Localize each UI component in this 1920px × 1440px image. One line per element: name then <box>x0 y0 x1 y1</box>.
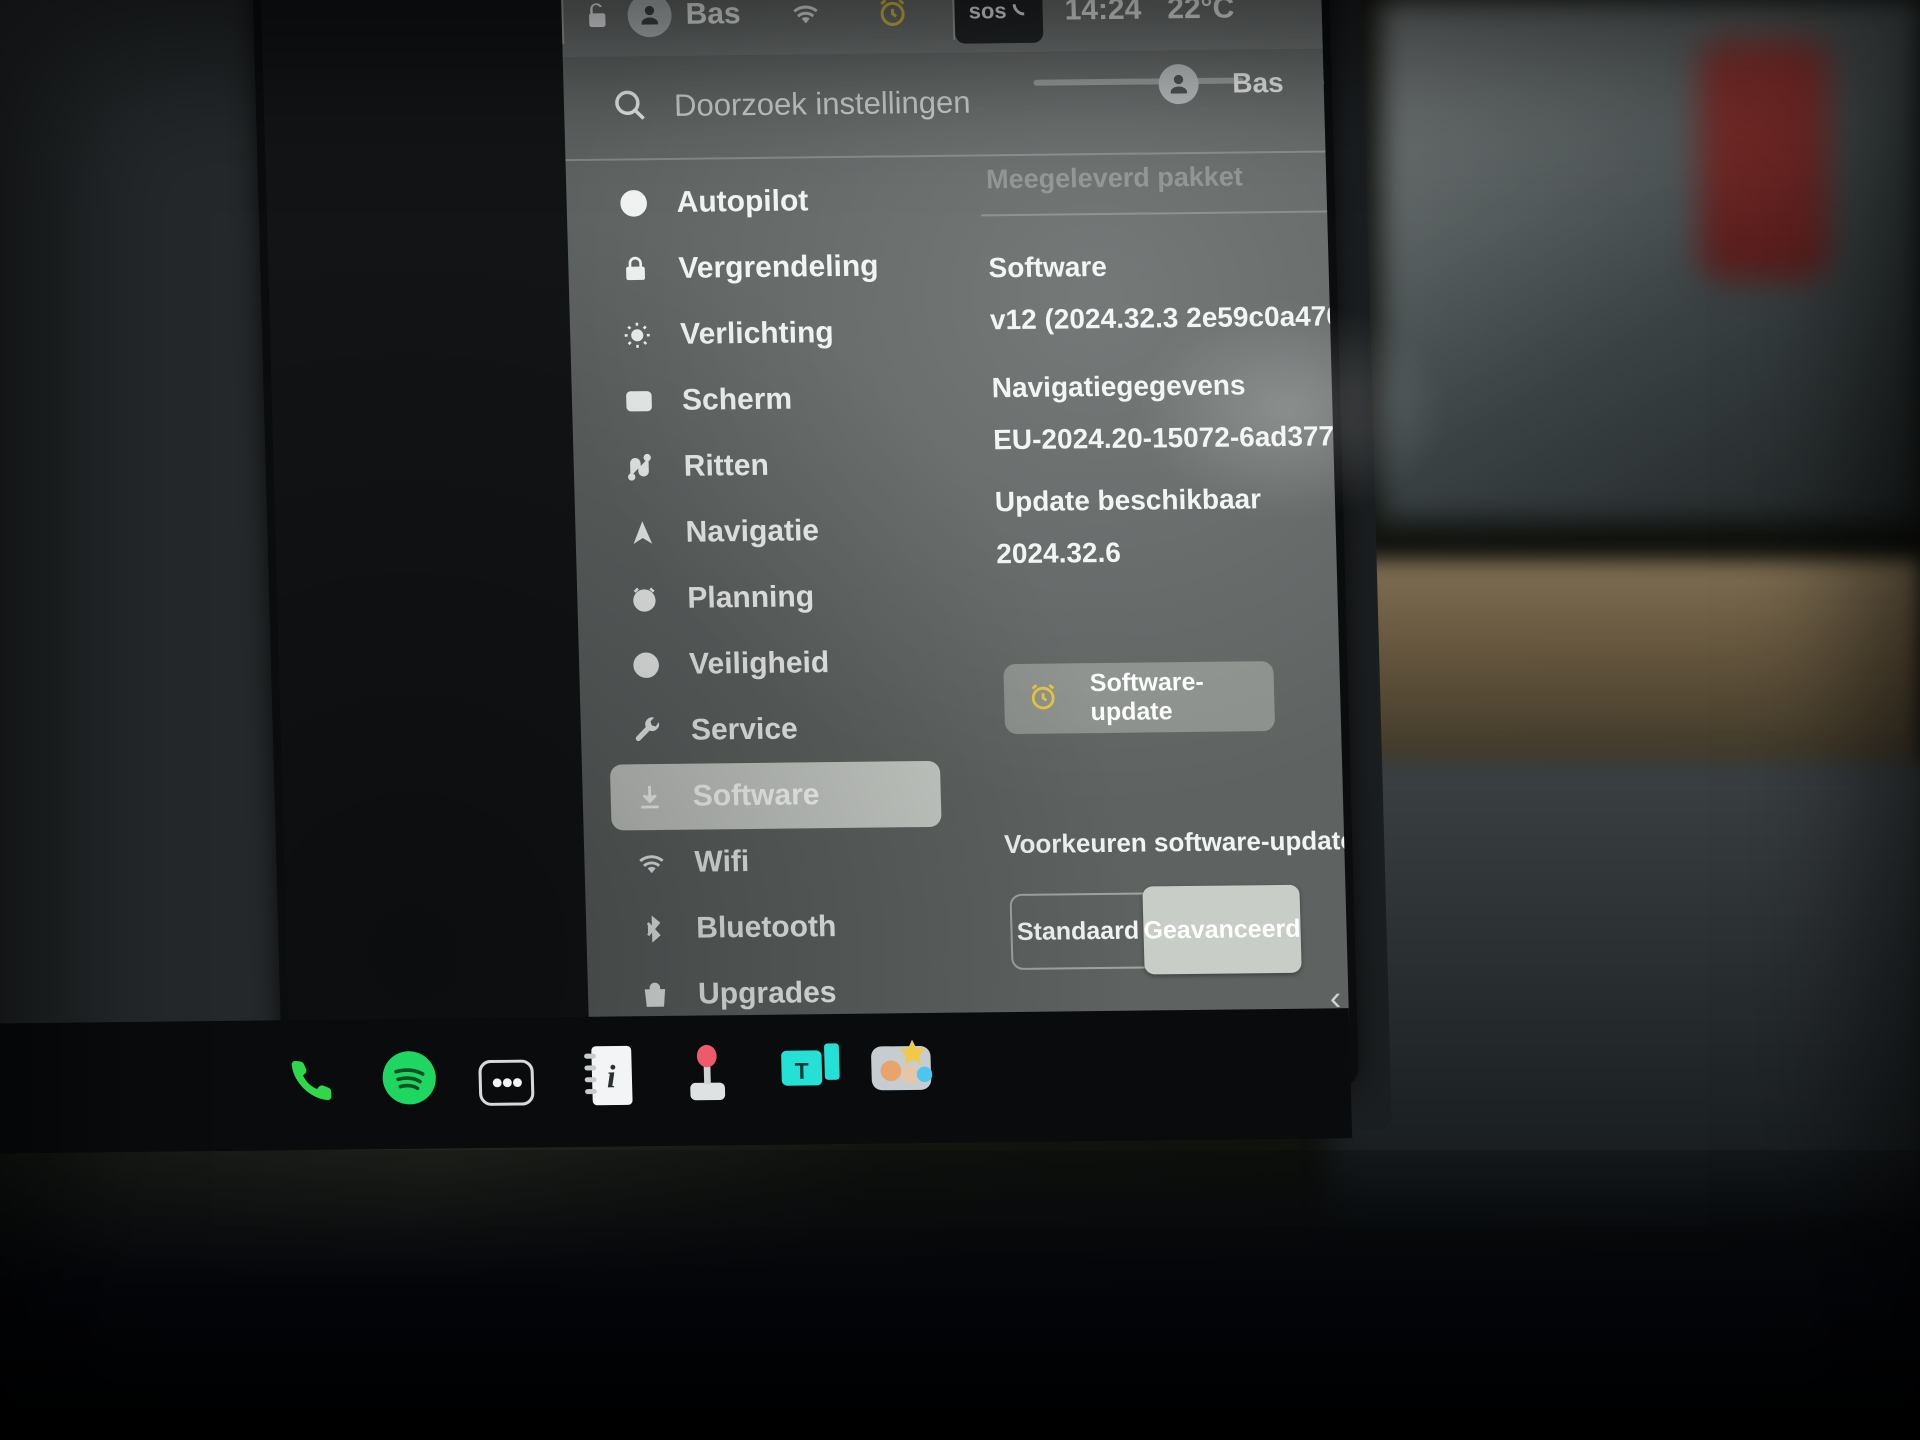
screenshot-root: 88% Open Achterbak ⚡ ⤨ ⟳ ⊕ ⦀ ⌕ <box>0 0 1920 1440</box>
windshield-blur <box>1380 0 1920 520</box>
download-icon <box>632 781 667 813</box>
sidebar-item-veiligheid[interactable]: Veiligheid <box>606 629 968 699</box>
sidebar-item-label: Verlichting <box>679 316 835 351</box>
sidebar-item-label: Service <box>690 712 799 747</box>
navigation-arrow-icon <box>625 517 660 549</box>
display-icon <box>622 385 657 417</box>
search-icon <box>609 85 648 128</box>
svg-text:T: T <box>794 1058 809 1084</box>
sidebar-item-scherm[interactable]: Scherm <box>599 365 961 435</box>
update-preferences-title: Voorkeuren software-updates <box>1004 824 1351 862</box>
quick-status-icons: Bas <box>1157 59 1351 105</box>
app-dock: i T <box>0 1008 1353 1154</box>
alarm-clock-icon <box>1026 679 1061 718</box>
phone-icon[interactable] <box>286 1054 339 1107</box>
more-apps-icon[interactable] <box>478 1059 535 1106</box>
sidebar-item-navigatie[interactable]: Navigatie <box>603 497 965 567</box>
software-update-button-label: Software-update <box>1089 667 1205 727</box>
svg-text:i: i <box>606 1059 616 1095</box>
software-label: Software <box>988 250 1108 284</box>
sidebar-item-label: Navigatie <box>685 514 820 549</box>
update-version: 2024.32.6 <box>995 536 1122 570</box>
settings-sidebar: Autopilot Vergrendeling Verlichting Sche… <box>594 167 977 1029</box>
software-update-button[interactable]: Software-update <box>1003 661 1276 735</box>
content-divider-top <box>981 207 1351 217</box>
spotify-icon[interactable] <box>379 1049 439 1108</box>
sidebar-item-label: Scherm <box>681 382 793 417</box>
sos-button[interactable]: sos <box>953 0 1044 44</box>
wifi-icon <box>634 847 669 879</box>
vehicle-card-panel: 88% Open Achterbak ⚡ ⤨ ⟳ ⊕ ⦀ ⌕ <box>0 0 291 1097</box>
joystick-icon[interactable] <box>679 1041 735 1106</box>
bluetooth-icon <box>636 913 671 945</box>
sidebar-item-label: Ritten <box>683 448 770 483</box>
sidebar-item-label: Autopilot <box>676 184 809 219</box>
window-reflection-glow <box>1130 300 1450 520</box>
lower-cabin-dark <box>0 1150 1920 1440</box>
sidebar-item-label: Planning <box>686 580 815 615</box>
alarm-clock-icon[interactable] <box>874 0 911 31</box>
sidebar-item-label: Veiligheid <box>688 646 830 681</box>
sidebar-item-vergrendeling[interactable]: Vergrendeling <box>596 233 958 303</box>
sidebar-item-verlichting[interactable]: Verlichting <box>597 299 959 369</box>
warning-circle-icon <box>629 649 664 681</box>
tesla-touchscreen: 88% Open Achterbak ⚡ ⤨ ⟳ ⊕ ⦀ ⌕ <box>0 0 1393 1154</box>
bag-icon <box>638 979 673 1011</box>
clock-label: 14:24 <box>1064 0 1142 27</box>
search-input[interactable]: Doorzoek instellingen <box>674 85 971 124</box>
status-profile-name[interactable]: Bas <box>685 0 741 32</box>
sidebar-item-label: Software <box>692 778 820 813</box>
alarm-clock-icon[interactable] <box>1317 63 1350 102</box>
sidebar-item-service[interactable]: Service <box>608 695 970 765</box>
sidebar-item-planning[interactable]: Planning <box>604 563 966 633</box>
sidebar-item-autopilot[interactable]: Autopilot <box>594 167 956 237</box>
wrench-icon <box>631 715 666 747</box>
sidebar-item-software[interactable]: Software <box>609 760 942 831</box>
brightness-icon <box>620 319 655 351</box>
manual-book-icon[interactable]: i <box>581 1044 635 1107</box>
theater-icon[interactable]: T <box>779 1042 842 1097</box>
red-object-blur <box>1700 40 1830 280</box>
avatar[interactable] <box>626 0 673 38</box>
scrolled-above-label: Meegeleverd pakket <box>985 161 1244 195</box>
sidebar-item-label: Wifi <box>694 844 750 879</box>
segment-option-standaard[interactable]: Standaard <box>1012 895 1145 968</box>
lock-icon <box>618 253 653 285</box>
sidebar-item-ritten[interactable]: Ritten <box>601 431 963 501</box>
avatar-icon[interactable] <box>1157 63 1199 105</box>
sidebar-item-label: Bluetooth <box>695 910 837 945</box>
toybox-icon[interactable] <box>869 1035 933 1094</box>
steering-wheel-icon <box>616 187 651 219</box>
sidebar-item-wifi[interactable]: Wifi <box>612 826 974 896</box>
temperature-label[interactable]: 22°C <box>1167 0 1235 26</box>
dashboard-wood-trim <box>1360 560 1920 790</box>
update-preference-segmented-control[interactable]: Standaard Geavanceerd <box>1009 884 1302 975</box>
unlock-icon[interactable] <box>581 0 612 33</box>
quick-profile-name[interactable]: Bas <box>1232 67 1284 100</box>
schedule-clock-icon <box>627 583 662 615</box>
sidebar-item-label: Upgrades <box>697 976 837 1011</box>
segment-option-geavanceerd[interactable]: Geavanceerd <box>1142 884 1302 975</box>
sidebar-item-label: Vergrendeling <box>677 249 879 285</box>
screen-bezel: Bas sos 14:24 22°C Doorzoek instellingen… <box>260 0 1351 1091</box>
wifi-icon[interactable] <box>786 0 825 30</box>
software-settings-content: Meegeleverd pakket Software v12 (2024.32… <box>981 149 1351 1034</box>
sidebar-item-bluetooth[interactable]: Bluetooth <box>613 892 975 962</box>
trips-icon <box>623 451 658 483</box>
